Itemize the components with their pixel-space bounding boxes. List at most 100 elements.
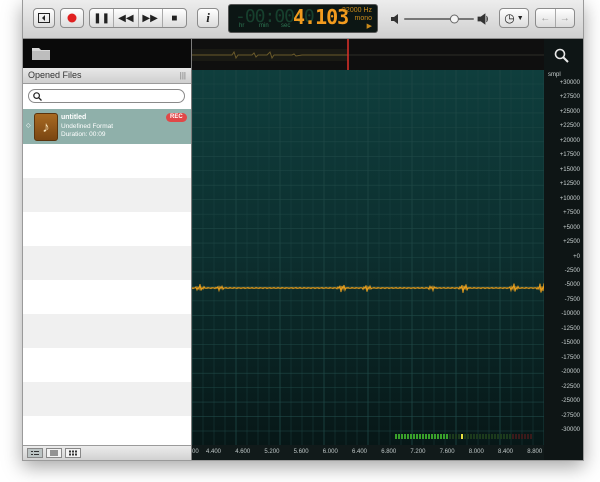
speaker-low-icon <box>391 14 398 24</box>
amplitude-tick-label: +10000 <box>559 195 580 202</box>
arrow-left-icon: ← <box>540 12 551 24</box>
music-file-icon: ♪ <box>34 113 58 141</box>
amplitude-tick-label: +7500 <box>563 210 580 217</box>
search-icon <box>33 92 42 101</box>
volume-track[interactable] <box>404 18 474 20</box>
forward-button[interactable]: → <box>556 9 575 27</box>
record-button[interactable] <box>60 8 84 28</box>
ruler-unit-label: smpl <box>548 72 561 78</box>
folder-icon[interactable] <box>31 45 51 61</box>
waveform-editor: smpl +30000 +27500 +25000 +22500 +20000 +1750… <box>192 39 583 460</box>
record-icon <box>67 13 77 23</box>
toolbar: ❚❚ ◀◀ ▶▶ ■ i -00:00:0 4.103 hr min sec 3… <box>23 0 583 39</box>
amplitude-tick-label: -25000 <box>561 398 580 405</box>
time-tick-label: 6.800 <box>381 449 397 455</box>
file-list-item[interactable]: ◇ ♪ untitled Undefined Format Duration: … <box>23 109 191 144</box>
time-tick-label: 00 <box>192 449 199 455</box>
sample-rate: 32000 Hz <box>342 7 372 14</box>
fast-forward-icon: ▶▶ <box>142 12 158 24</box>
rec-badge: REC <box>166 113 187 122</box>
waveform-canvas[interactable] <box>192 70 544 445</box>
grid-icon <box>69 450 77 456</box>
channel-mode: mono <box>354 15 372 22</box>
counter-seconds: 4.103 <box>293 5 349 29</box>
amplitude-tick-label: +12500 <box>559 181 580 188</box>
search-input[interactable] <box>44 90 180 102</box>
opened-files-title: Opened Files <box>28 70 82 80</box>
sidebar-header <box>23 39 191 68</box>
file-format: Undefined Format <box>61 123 114 130</box>
play-indicator-icon: ◇ <box>26 123 31 129</box>
detail-view-button[interactable] <box>27 448 43 458</box>
history-menu-button[interactable]: ◷ ▼ <box>499 8 529 28</box>
time-tick-label: 5.600 <box>293 449 309 455</box>
waveform-overview[interactable] <box>192 39 544 71</box>
time-tick-label: 4.600 <box>235 449 251 455</box>
sidebar: Opened Files ||| ◇ ♪ untitled Undefined … <box>23 39 192 460</box>
list-icon <box>50 450 58 456</box>
column-resize-handle[interactable]: ||| <box>180 68 186 83</box>
time-counter-display: -00:00:0 4.103 hr min sec 32000 Hz mono … <box>228 4 378 33</box>
history-navigation: ← → <box>535 8 575 28</box>
audio-format-readout: 32000 Hz mono ▶ <box>342 7 372 31</box>
pause-icon: ❚❚ <box>93 12 110 24</box>
sidebar-toggle-button[interactable] <box>33 8 55 28</box>
opened-files-header: Opened Files ||| <box>23 68 191 84</box>
amplitude-tick-label: -10000 <box>561 311 580 318</box>
chevron-down-icon: ▼ <box>516 14 524 22</box>
amplitude-tick-label: -5000 <box>564 282 580 289</box>
sidebar-footer <box>23 445 191 460</box>
grid-view-button[interactable] <box>65 448 81 458</box>
file-duration: Duration: 00:09 <box>61 131 106 138</box>
file-name: untitled <box>61 114 87 121</box>
play-state-indicator: ▶ <box>366 23 372 30</box>
amplitude-tick-label: -17500 <box>561 354 580 361</box>
amplitude-tick-label: -22500 <box>561 383 580 390</box>
info-button[interactable]: i <box>197 8 219 28</box>
amplitude-tick-label: +20000 <box>559 137 580 144</box>
time-tick-label: 6.000 <box>322 449 338 455</box>
back-button[interactable]: ← <box>536 9 556 27</box>
zoom-icon[interactable] <box>554 48 570 64</box>
info-icon: i <box>206 10 210 25</box>
app-window: ❚❚ ◀◀ ▶▶ ■ i -00:00:0 4.103 hr min sec 3… <box>22 0 584 461</box>
sidebar-toggle-icon <box>38 13 50 23</box>
amplitude-tick-label: +22500 <box>559 123 580 130</box>
amplitude-ruler: smpl +30000 +27500 +25000 +22500 +20000 +1750… <box>544 39 583 460</box>
time-tick-label: 8.800 <box>527 449 543 455</box>
arrow-right-icon: → <box>559 12 570 24</box>
file-search-field[interactable] <box>28 89 185 103</box>
time-tick-label: 7.600 <box>439 449 455 455</box>
amplitude-tick-label: -15000 <box>561 340 580 347</box>
amplitude-tick-label: +25000 <box>559 108 580 115</box>
time-tick-label: 4.400 <box>206 449 222 455</box>
list-view-button[interactable] <box>46 448 62 458</box>
time-tick-label: 7.200 <box>410 449 426 455</box>
fast-forward-button[interactable]: ▶▶ <box>139 9 163 27</box>
volume-control <box>391 13 488 25</box>
unit-hr-label: hr <box>239 23 245 29</box>
unit-min-label: min <box>259 23 269 29</box>
amplitude-tick-label: -2500 <box>564 267 580 274</box>
rewind-button[interactable]: ◀◀ <box>114 9 139 27</box>
amplitude-tick-label: -7500 <box>564 296 580 303</box>
amplitude-tick-label: +5000 <box>563 224 580 231</box>
time-tick-label: 8.400 <box>498 449 514 455</box>
rewind-icon: ◀◀ <box>118 12 134 24</box>
time-tick-label: 5.200 <box>264 449 280 455</box>
amplitude-tick-label: -20000 <box>561 369 580 376</box>
clock-icon: ◷ <box>504 11 515 25</box>
amplitude-tick-label: -12500 <box>561 325 580 332</box>
amplitude-tick-label: +15000 <box>559 166 580 173</box>
stop-icon: ■ <box>171 12 178 24</box>
stop-button[interactable]: ■ <box>163 9 186 27</box>
time-ruler: 00 4.400 4.600 5.200 5.600 6.000 6.400 6.800 7.2… <box>192 445 544 460</box>
volume-slider-thumb[interactable] <box>449 14 459 24</box>
amplitude-tick-label: +17500 <box>559 152 580 159</box>
amplitude-tick-label: +30000 <box>559 80 580 86</box>
speaker-high-icon <box>477 13 488 25</box>
time-tick-label: 8.000 <box>468 449 484 455</box>
amplitude-tick-label: -30000 <box>561 427 580 433</box>
pause-button[interactable]: ❚❚ <box>90 9 115 27</box>
amplitude-tick-label: +2500 <box>563 239 580 246</box>
